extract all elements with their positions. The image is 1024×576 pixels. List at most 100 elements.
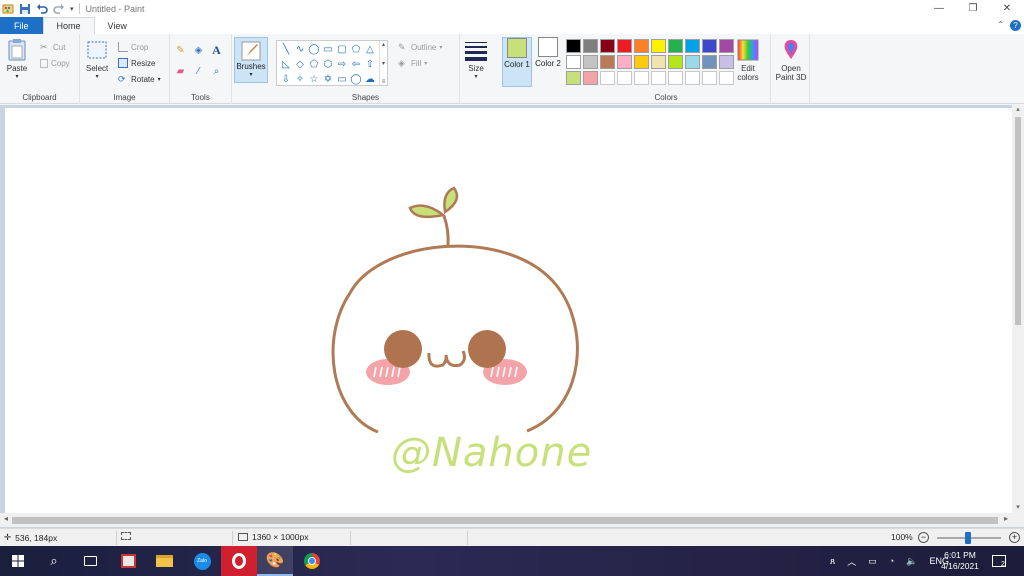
volume-icon[interactable]: 🔈 — [906, 556, 917, 567]
collapse-ribbon-icon[interactable]: ⌃ — [997, 20, 1004, 29]
scroll-up-icon[interactable]: ▴ — [1012, 105, 1024, 115]
palette-swatch[interactable] — [617, 39, 632, 53]
taskbar-paint[interactable]: 🎨 — [257, 546, 293, 576]
start-button[interactable] — [0, 546, 36, 576]
edit-colors-button[interactable]: Edit colors — [732, 38, 764, 82]
palette-swatch[interactable] — [702, 71, 717, 85]
help-icon[interactable]: ? — [1010, 20, 1021, 31]
right-triangle-shape-icon[interactable]: ◺ — [279, 58, 293, 71]
eraser-icon[interactable]: ▰ — [174, 65, 187, 78]
palette-swatch[interactable] — [702, 39, 717, 53]
five-point-star-icon[interactable]: ☆ — [307, 73, 321, 86]
palette-swatch[interactable] — [617, 71, 632, 85]
palette-swatch[interactable] — [651, 71, 666, 85]
horizontal-scrollbar[interactable]: ◂ ▸ — [0, 513, 1012, 527]
palette-swatch[interactable] — [685, 39, 700, 53]
save-icon[interactable] — [19, 3, 31, 15]
polygon-shape-icon[interactable]: ⬠ — [349, 43, 363, 56]
palette-swatch[interactable] — [583, 39, 598, 53]
scroll-right-icon[interactable]: ▸ — [1000, 514, 1012, 526]
rotate-button[interactable]: ⟳ Rotate ▾ — [118, 72, 161, 86]
six-point-star-icon[interactable]: ✡ — [321, 73, 335, 86]
size-button[interactable]: Size ▾ — [465, 38, 487, 80]
scroll-left-icon[interactable]: ◂ — [0, 514, 12, 526]
up-arrow-shape-icon[interactable]: ⇧ — [363, 58, 377, 71]
palette-swatch[interactable] — [685, 55, 700, 69]
open-paint3d-button[interactable]: Open Paint 3D — [772, 38, 810, 82]
oval-shape-icon[interactable]: ◯ — [307, 43, 321, 56]
diamond-shape-icon[interactable]: ◇ — [293, 58, 307, 71]
taskbar-zalo[interactable]: Zalo — [184, 546, 220, 576]
zoom-in-icon[interactable]: + — [1009, 532, 1020, 543]
drawing-canvas[interactable]: @Nahone — [5, 108, 1012, 518]
customize-toolbar-icon[interactable]: ▾ — [70, 5, 74, 13]
curve-shape-icon[interactable]: ∿ — [293, 43, 307, 56]
palette-swatch[interactable] — [668, 71, 683, 85]
pentagon-shape-icon[interactable]: ⬠ — [307, 58, 321, 71]
vertical-scrollbar[interactable]: ▴ ▾ — [1012, 105, 1024, 513]
taskbar-app-1[interactable] — [110, 546, 146, 576]
text-icon[interactable]: A — [210, 43, 223, 57]
palette-swatch[interactable] — [668, 55, 683, 69]
undo-icon[interactable] — [36, 3, 48, 15]
fill-bucket-icon[interactable]: ◈ — [192, 44, 205, 57]
minimize-button[interactable]: — — [922, 0, 956, 17]
paste-button[interactable]: Paste ▾ — [6, 38, 28, 80]
color2-button[interactable]: Color 2 — [533, 37, 563, 87]
magnifier-icon[interactable]: ⌕ — [210, 65, 223, 78]
horizontal-scroll-thumb[interactable] — [12, 517, 998, 524]
hexagon-shape-icon[interactable]: ⬡ — [321, 58, 335, 71]
close-button[interactable]: ✕ — [990, 0, 1024, 17]
callout-rect-icon[interactable]: ▭ — [335, 73, 349, 86]
palette-swatch[interactable] — [702, 55, 717, 69]
rounded-rectangle-shape-icon[interactable]: ▢ — [335, 43, 349, 56]
search-button[interactable]: ⌕ — [36, 546, 72, 576]
network-icon[interactable]: ◔ — [889, 556, 894, 566]
palette-swatch[interactable] — [600, 71, 615, 85]
scroll-down-icon[interactable]: ▾ — [1012, 503, 1024, 513]
four-point-star-icon[interactable]: ✧ — [293, 73, 307, 86]
palette-swatch[interactable] — [566, 39, 581, 53]
palette-swatch[interactable] — [634, 71, 649, 85]
down-arrow-shape-icon[interactable]: ⇩ — [279, 73, 293, 86]
palette-swatch[interactable] — [566, 55, 581, 69]
palette-swatch[interactable] — [617, 55, 632, 69]
palette-swatch[interactable] — [566, 71, 581, 85]
clock[interactable]: 6:01 PM 4/16/2021 — [934, 550, 986, 572]
shapes-scroll[interactable]: ▴ ▾ ≡ — [379, 41, 387, 85]
action-center-button[interactable]: 2 — [992, 546, 1006, 576]
cut-button[interactable]: ✂ Cut — [40, 40, 65, 54]
copy-button[interactable]: Copy — [40, 56, 70, 70]
task-view-button[interactable] — [72, 546, 108, 576]
palette-swatch[interactable] — [668, 39, 683, 53]
fill-button[interactable]: ◈ Fill ▾ — [398, 56, 427, 70]
pencil-icon[interactable]: ✎ — [174, 44, 187, 57]
tab-home[interactable]: Home — [42, 17, 95, 34]
callout-oval-icon[interactable]: ◯ — [349, 73, 363, 86]
color1-button[interactable]: Color 1 — [502, 37, 532, 87]
rectangle-shape-icon[interactable]: ▭ — [321, 43, 335, 56]
vertical-scroll-thumb[interactable] — [1015, 117, 1021, 325]
left-arrow-shape-icon[interactable]: ⇦ — [349, 58, 363, 71]
redo-icon[interactable] — [53, 3, 65, 15]
tab-file[interactable]: File — [0, 17, 43, 34]
triangle-shape-icon[interactable]: △ — [363, 43, 377, 56]
people-icon[interactable]: ጸ — [830, 556, 835, 567]
callout-cloud-icon[interactable]: ☁ — [363, 73, 377, 86]
taskbar-opera[interactable] — [221, 546, 257, 576]
palette-swatch[interactable] — [634, 39, 649, 53]
tab-view[interactable]: View — [95, 17, 140, 34]
palette-swatch[interactable] — [583, 55, 598, 69]
chevron-up-icon[interactable]: ︿ — [847, 555, 856, 568]
crop-button[interactable]: Crop — [118, 40, 148, 54]
taskbar-chrome[interactable] — [294, 546, 330, 576]
zoom-slider-thumb[interactable] — [965, 532, 971, 544]
outline-button[interactable]: ✎ Outline ▾ — [398, 40, 442, 54]
palette-swatch[interactable] — [583, 71, 598, 85]
color-picker-icon[interactable]: ⁄ — [192, 65, 205, 78]
taskbar-file-explorer[interactable] — [146, 546, 182, 576]
line-shape-icon[interactable]: ╲ — [279, 43, 293, 56]
palette-swatch[interactable] — [651, 55, 666, 69]
palette-swatch[interactable] — [600, 39, 615, 53]
brushes-button[interactable]: Brushes ▾ — [234, 37, 268, 83]
